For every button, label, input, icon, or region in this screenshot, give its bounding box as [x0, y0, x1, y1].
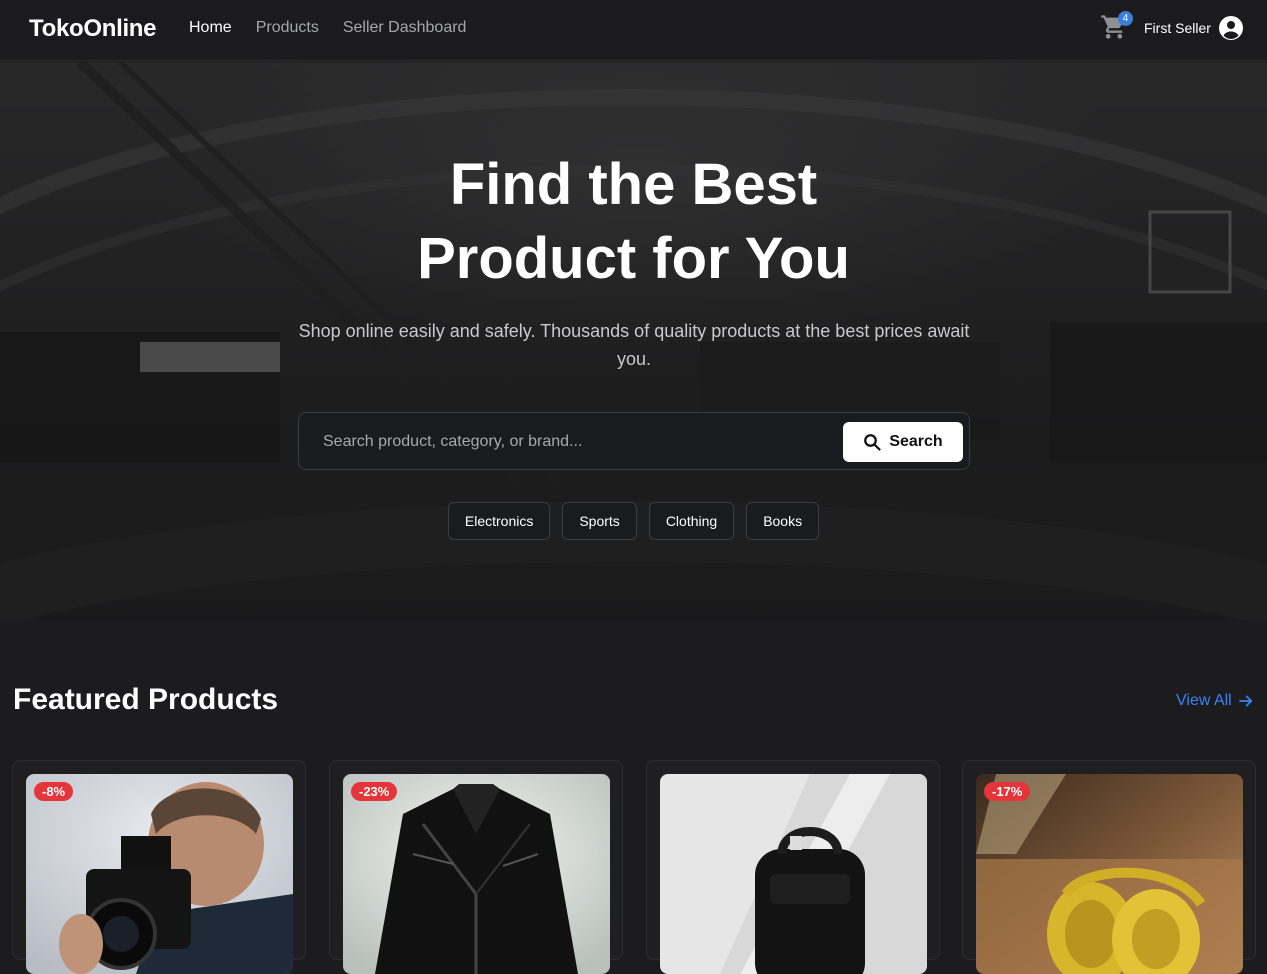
- product-image-jacket: [343, 774, 610, 974]
- search-button[interactable]: Search: [843, 422, 963, 462]
- hero-title-line-2: Product for You: [417, 226, 850, 291]
- hero-subtitle: Shop online easily and safely. Thousands…: [298, 321, 970, 369]
- nav-links: Home Products Seller Dashboard: [189, 19, 466, 37]
- nav-link-seller-dashboard[interactable]: Seller Dashboard: [343, 19, 467, 37]
- product-grid: -8% -23% -17%: [12, 760, 1256, 974]
- brand-logo[interactable]: TokoOnline: [29, 15, 157, 43]
- view-all-link[interactable]: View All: [1176, 692, 1254, 710]
- category-chip-electronics[interactable]: Electronics: [447, 502, 551, 540]
- category-chip-sports[interactable]: Sports: [562, 502, 637, 540]
- cart-count-badge: 4: [1118, 11, 1133, 26]
- view-all-label: View All: [1176, 692, 1232, 709]
- arrow-right-icon: [1238, 695, 1252, 707]
- search-icon: [864, 434, 881, 451]
- product-image-camera: [26, 774, 293, 974]
- user-name: First Seller: [1144, 20, 1211, 36]
- hero-title-line-1: Find the Best: [449, 152, 818, 217]
- account-circle-icon: [1218, 16, 1243, 40]
- category-chip-clothing[interactable]: Clothing: [648, 502, 735, 540]
- product-image-backpack: [660, 774, 927, 974]
- user-menu[interactable]: First Seller: [1144, 16, 1243, 40]
- product-image: -8%: [26, 774, 293, 974]
- product-image: -17%: [976, 774, 1243, 974]
- nav-link-home[interactable]: Home: [189, 19, 232, 37]
- discount-badge: -8%: [34, 782, 74, 801]
- hero-title: Find the Best Product for You: [0, 148, 1267, 296]
- discount-badge: -17%: [984, 782, 1031, 801]
- product-card[interactable]: -8%: [12, 760, 306, 974]
- product-card[interactable]: -17%: [962, 760, 1256, 974]
- category-chip-books[interactable]: Books: [746, 502, 820, 540]
- product-card[interactable]: [646, 760, 940, 974]
- product-image: [660, 774, 927, 974]
- product-card[interactable]: -23%: [329, 760, 623, 974]
- discount-badge: -23%: [351, 782, 398, 801]
- category-chips: Electronics Sports Clothing Books: [0, 502, 1267, 540]
- navbar: TokoOnline Home Products Seller Dashboar…: [0, 0, 1267, 61]
- search-bar: Search: [298, 412, 970, 470]
- search-input[interactable]: [311, 423, 831, 461]
- cart-button[interactable]: 4: [1100, 11, 1133, 43]
- product-image: -23%: [343, 774, 610, 974]
- nav-link-products[interactable]: Products: [256, 19, 319, 37]
- featured-products-heading: Featured Products: [13, 683, 279, 716]
- product-image-headphones: [976, 774, 1243, 974]
- hero-banner: Find the Best Product for You Shop onlin…: [0, 62, 1267, 620]
- search-button-label: Search: [889, 433, 943, 450]
